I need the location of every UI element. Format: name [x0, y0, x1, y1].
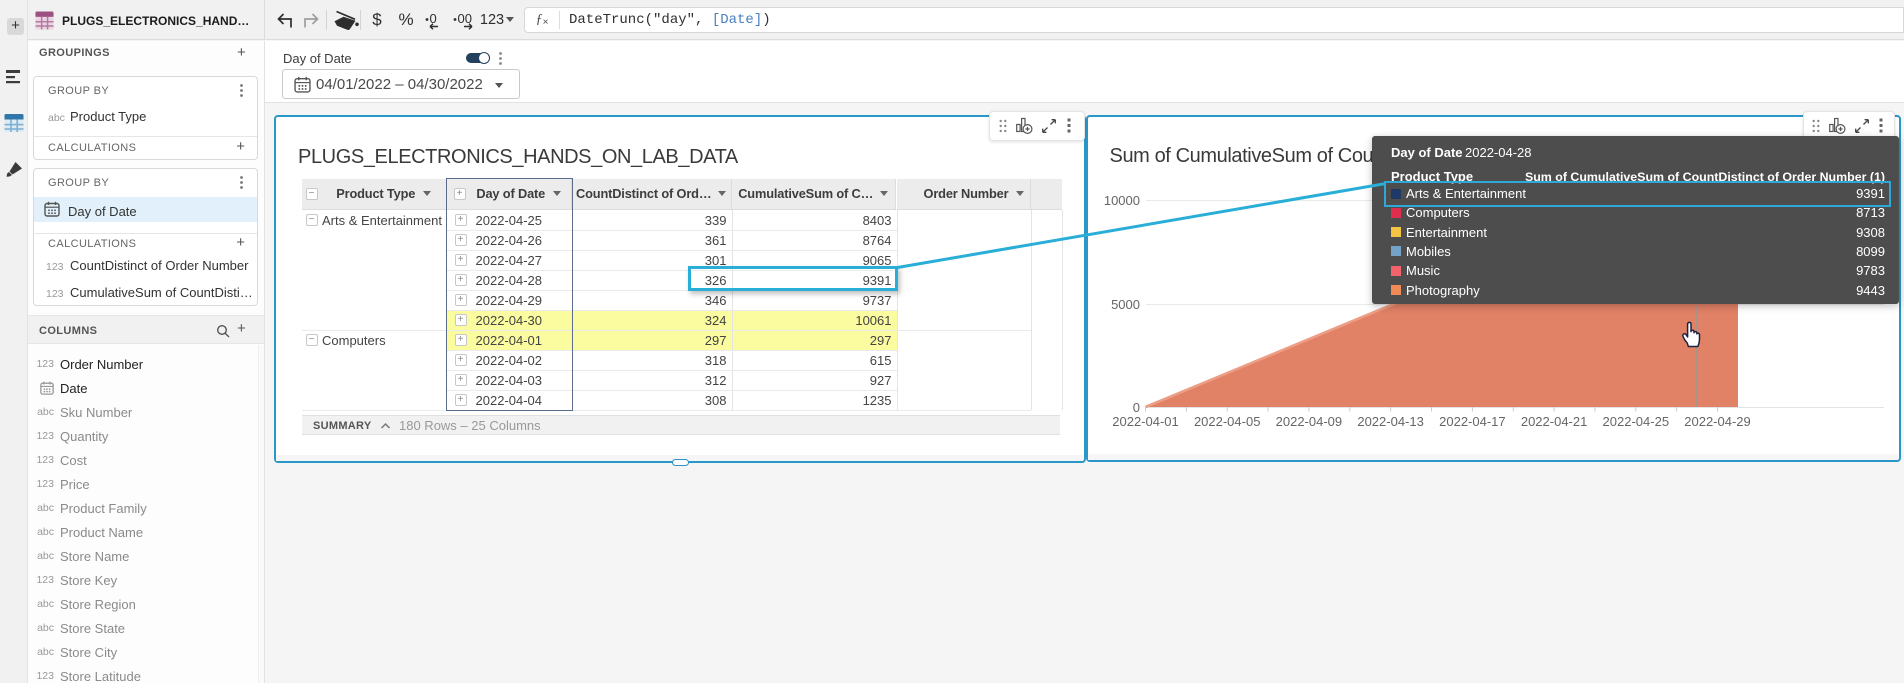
svg-text:0: 0 [430, 11, 437, 26]
